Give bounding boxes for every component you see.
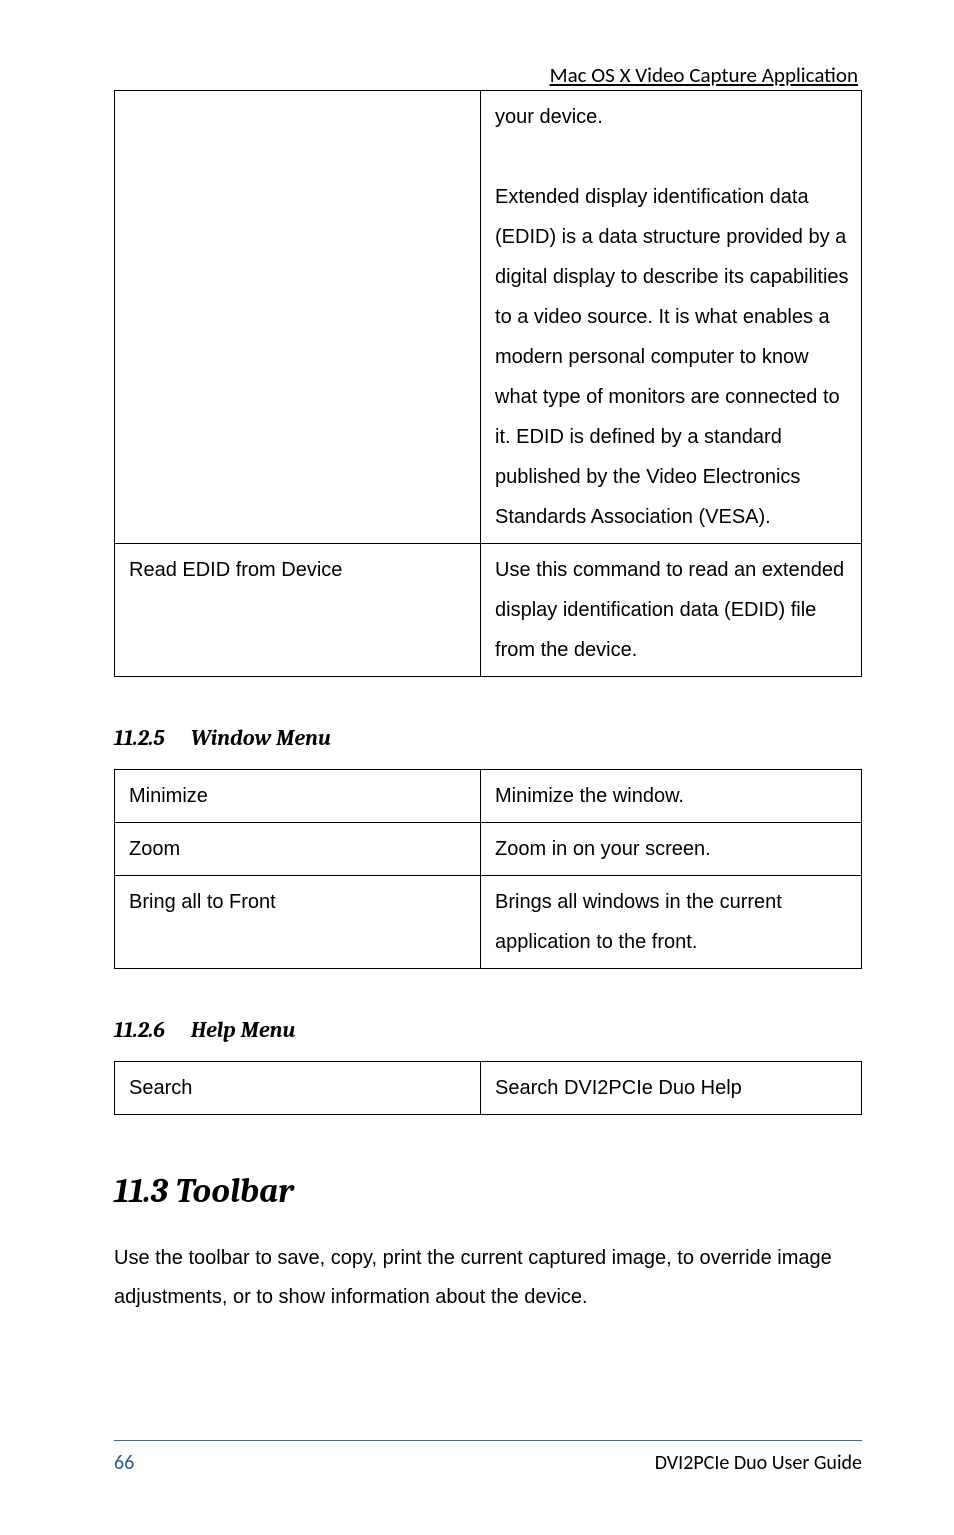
section-toolbar-num: 11.3: [114, 1171, 168, 1211]
footer-doc-title: DVI2PCIe Duo User Guide: [655, 1451, 862, 1475]
page-footer: 66 DVI2PCIe Duo User Guide: [114, 1440, 862, 1475]
table1-r2c2: Use this command to read an extended dis…: [481, 544, 862, 677]
table3-r1c2: Search DVI2PCIe Duo Help: [481, 1062, 862, 1115]
help-menu-table: Search Search DVI2PCIe Duo Help: [114, 1061, 862, 1115]
section-help-menu: 11.2.6 Help Menu: [114, 1017, 862, 1043]
section-help-num: 11.2.6: [114, 1017, 165, 1043]
table3-r1c1: Search: [115, 1062, 481, 1115]
table2-r2c2: Zoom in on your screen.: [481, 823, 862, 876]
section-window-menu: 11.2.5 Window Menu: [114, 725, 862, 751]
section-toolbar: 11.3 Toolbar: [114, 1171, 862, 1211]
table1-r2c1: Read EDID from Device: [115, 544, 481, 677]
table1-r1c1: [115, 91, 481, 544]
section-window-num: 11.2.5: [114, 725, 165, 751]
running-header: Mac OS X Video Capture Application: [114, 62, 862, 88]
footer-rule: [114, 1440, 862, 1441]
section-help-title: Help Menu: [191, 1017, 295, 1043]
table2-r3c2: Brings all windows in the current applic…: [481, 876, 862, 969]
table2-r1c2: Minimize the window.: [481, 770, 862, 823]
edid-table: your device. Extended display identifica…: [114, 90, 862, 677]
table2-r2c1: Zoom: [115, 823, 481, 876]
table1-r1c2: your device. Extended display identifica…: [481, 91, 862, 544]
section-window-title: Window Menu: [191, 725, 331, 751]
section-toolbar-title: Toolbar: [175, 1171, 293, 1211]
window-menu-table: Minimize Minimize the window. Zoom Zoom …: [114, 769, 862, 969]
table2-r3c1: Bring all to Front: [115, 876, 481, 969]
page-number: 66: [114, 1451, 134, 1475]
table2-r1c1: Minimize: [115, 770, 481, 823]
toolbar-paragraph: Use the toolbar to save, copy, print the…: [114, 1239, 862, 1317]
